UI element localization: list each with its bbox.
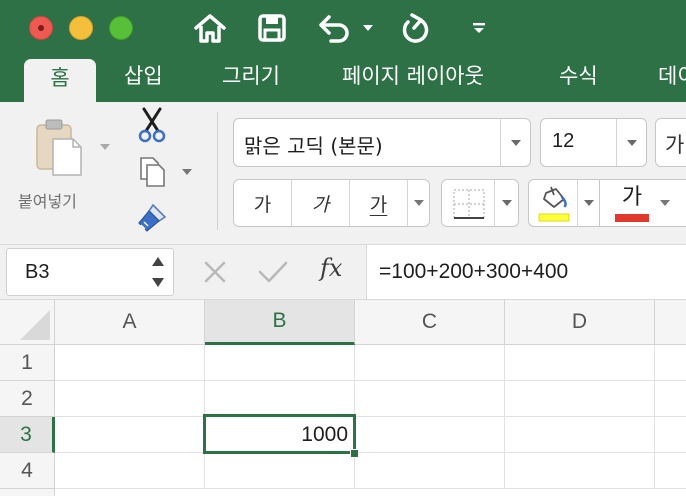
chevron-up-icon xyxy=(152,257,164,266)
borders-control xyxy=(441,179,519,227)
cell-d4[interactable] xyxy=(505,453,655,489)
font-name-dropdown-icon[interactable] xyxy=(500,119,530,166)
underline-dropdown-icon[interactable] xyxy=(408,180,430,226)
column-header-c[interactable]: C xyxy=(355,300,505,345)
cut-icon[interactable] xyxy=(136,106,168,144)
tab-home[interactable]: 홈 xyxy=(24,59,96,102)
row-header-3[interactable]: 3 xyxy=(0,417,55,453)
window-close-button[interactable] xyxy=(29,16,53,40)
font-color-button[interactable]: 가 xyxy=(612,182,652,224)
cell-d2[interactable] xyxy=(505,381,655,417)
font-color-label: 가 xyxy=(621,185,643,210)
font-color-control: 가 xyxy=(600,179,686,227)
cell-a1[interactable] xyxy=(55,345,205,381)
formula-bar: B3 fx =100+200+300+400 xyxy=(0,244,686,300)
formula-input[interactable]: =100+200+300+400 xyxy=(366,245,686,300)
cell-b1[interactable] xyxy=(205,345,355,381)
cell-e1[interactable] xyxy=(655,345,686,381)
underline-button[interactable]: 가 xyxy=(350,180,408,226)
cell-c3[interactable] xyxy=(355,417,505,453)
row-header-5[interactable] xyxy=(0,489,55,496)
tab-data[interactable]: 데이 xyxy=(658,56,686,102)
borders-dropdown-icon[interactable] xyxy=(494,180,518,226)
fill-color-control xyxy=(528,179,600,227)
increase-font-size-label: 가 xyxy=(665,133,685,157)
format-painter-icon[interactable] xyxy=(134,200,170,236)
redo-icon[interactable] xyxy=(396,10,434,46)
fill-handle[interactable] xyxy=(350,449,359,458)
cell-c1[interactable] xyxy=(355,345,505,381)
cell-e2[interactable] xyxy=(655,381,686,417)
name-box-stepper[interactable] xyxy=(151,255,165,291)
borders-icon[interactable] xyxy=(450,186,488,222)
paste-icon[interactable] xyxy=(30,116,88,180)
cell-a3[interactable] xyxy=(55,417,205,453)
increase-font-size-button[interactable]: 가 xyxy=(655,118,686,167)
chevron-down-icon xyxy=(152,278,164,287)
tab-draw[interactable]: 그리기 xyxy=(222,56,280,102)
row-header-1[interactable]: 1 xyxy=(0,345,55,381)
cancel-formula-icon[interactable] xyxy=(200,255,230,289)
tab-insert[interactable]: 삽입 xyxy=(124,56,163,102)
cell-c4[interactable] xyxy=(355,453,505,489)
row-header-2[interactable]: 2 xyxy=(0,381,55,417)
paste-label: 붙여넣기 xyxy=(18,192,77,211)
row-header-4[interactable]: 4 xyxy=(0,453,55,489)
title-bar xyxy=(0,0,686,56)
fill-color-dropdown-icon[interactable] xyxy=(577,180,599,226)
italic-button[interactable]: 가 xyxy=(292,180,350,226)
font-name-select[interactable]: 맑은 고딕 (본문) xyxy=(233,118,531,167)
cell-e4[interactable] xyxy=(655,453,686,489)
font-name-value: 맑은 고딕 (본문) xyxy=(244,134,383,158)
window-maximize-button[interactable] xyxy=(109,16,133,40)
save-icon[interactable] xyxy=(253,10,291,46)
fill-color-icon[interactable] xyxy=(535,184,573,224)
font-size-dropdown-icon[interactable] xyxy=(616,119,646,166)
cell-d3[interactable] xyxy=(505,417,655,453)
cell-b4[interactable] xyxy=(205,453,355,489)
copy-icon[interactable] xyxy=(136,154,168,190)
undo-dropdown-icon[interactable] xyxy=(360,10,376,46)
column-header-e[interactable] xyxy=(655,300,686,345)
bold-button[interactable]: 가 xyxy=(234,180,292,226)
tab-page-layout[interactable]: 페이지 레이아웃 xyxy=(342,56,484,102)
cell-a4[interactable] xyxy=(55,453,205,489)
ribbon: 붙여넣기 맑은 고딕 (본문) 12 가 가 가 가 가 xyxy=(0,102,686,244)
cell-d1[interactable] xyxy=(505,345,655,381)
name-box-value: B3 xyxy=(25,261,50,283)
copy-dropdown-icon[interactable] xyxy=(180,167,194,177)
tab-formulas[interactable]: 수식 xyxy=(559,56,598,102)
cell-b2[interactable] xyxy=(205,381,355,417)
cell-c2[interactable] xyxy=(355,381,505,417)
select-all-button[interactable] xyxy=(0,300,55,345)
worksheet-grid: A B C D 1 2 3 4 1000 xyxy=(0,299,686,496)
column-header-b[interactable]: B xyxy=(205,300,355,345)
customize-toolbar-icon[interactable] xyxy=(468,10,490,46)
font-color-swatch xyxy=(615,214,649,222)
name-box[interactable]: B3 xyxy=(6,248,174,296)
ribbon-separator xyxy=(217,112,218,230)
formula-value: =100+200+300+400 xyxy=(379,260,569,283)
column-header-a[interactable]: A xyxy=(55,300,205,345)
ribbon-tabs: 홈 삽입 그리기 페이지 레이아웃 수식 데이 xyxy=(0,56,686,102)
home-icon[interactable] xyxy=(190,10,230,46)
font-color-dropdown-icon[interactable] xyxy=(658,198,672,208)
cell-a2[interactable] xyxy=(55,381,205,417)
cell-e3[interactable] xyxy=(655,417,686,453)
active-cell-selection[interactable] xyxy=(203,414,356,454)
window-minimize-button[interactable] xyxy=(69,16,93,40)
font-style-group: 가 가 가 xyxy=(233,179,430,227)
undo-icon[interactable] xyxy=(315,10,355,46)
enter-formula-icon[interactable] xyxy=(256,255,290,289)
column-header-d[interactable]: D xyxy=(505,300,655,345)
paste-dropdown-icon[interactable] xyxy=(98,142,112,152)
insert-function-button[interactable]: fx xyxy=(320,254,342,282)
font-size-value: 12 xyxy=(552,130,575,152)
underline-label: 가 xyxy=(369,193,388,216)
font-size-select[interactable]: 12 xyxy=(540,118,647,167)
